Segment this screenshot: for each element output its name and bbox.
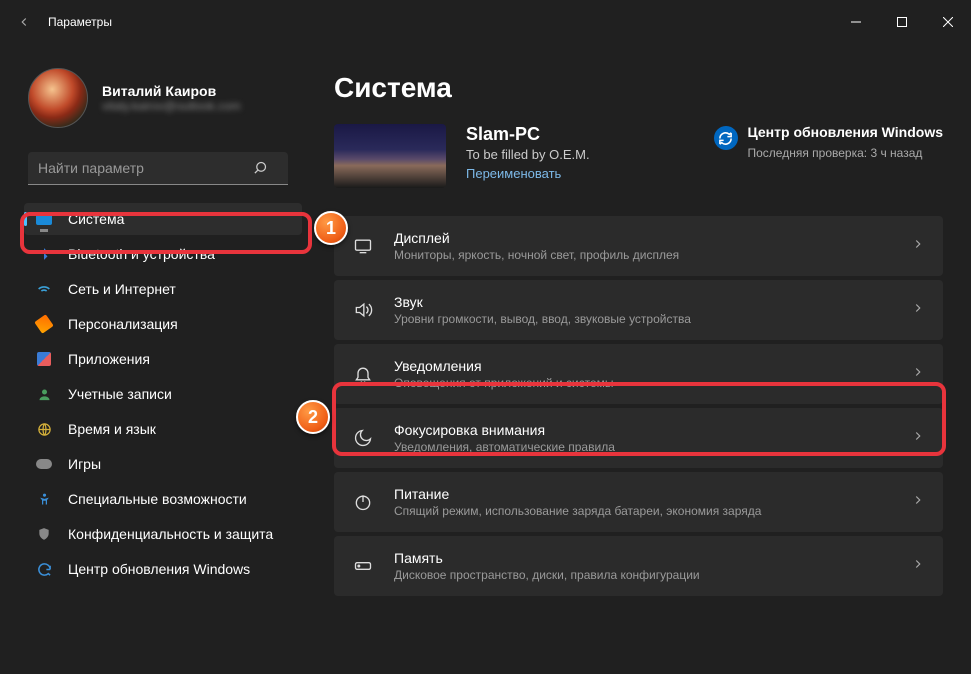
rename-link[interactable]: Переименовать (466, 166, 590, 181)
sidebar-item-gaming[interactable]: Игры (24, 448, 302, 480)
setting-row-focus[interactable]: Фокусировка внимания Уведомления, автома… (334, 408, 943, 468)
update-title: Центр обновления Windows (748, 124, 944, 142)
chevron-right-icon (911, 301, 925, 320)
apps-icon (36, 351, 52, 367)
search-icon (253, 160, 268, 180)
windows-update-summary[interactable]: Центр обновления Windows Последняя прове… (714, 124, 944, 160)
sidebar-item-label: Bluetooth и устройства (68, 246, 215, 262)
globe-icon (36, 421, 52, 437)
callout-badge-2: 2 (296, 400, 330, 434)
pc-oem: To be filled by O.E.M. (466, 147, 590, 162)
profile-email: vitaly.kairov@outlook.com (102, 99, 241, 113)
setting-title: Звук (394, 294, 891, 310)
setting-sub: Уведомления, автоматические правила (394, 440, 891, 454)
sidebar-item-bluetooth[interactable]: Bluetooth и устройства (24, 238, 302, 270)
setting-sub: Мониторы, яркость, ночной свет, профиль … (394, 248, 891, 262)
setting-title: Питание (394, 486, 891, 502)
update-sub: Последняя проверка: 3 ч назад (748, 146, 944, 160)
moon-icon (352, 427, 374, 449)
setting-sub: Оповещения от приложений и системы (394, 376, 891, 390)
brush-icon (36, 316, 52, 332)
sidebar-item-network[interactable]: Сеть и Интернет (24, 273, 302, 305)
bluetooth-icon (36, 246, 52, 262)
speaker-icon (352, 299, 374, 321)
avatar (28, 68, 88, 128)
desktop-thumbnail[interactable] (334, 124, 446, 188)
update-sync-icon (714, 126, 738, 150)
sidebar-item-label: Конфиденциальность и защита (68, 526, 273, 542)
sidebar-item-privacy[interactable]: Конфиденциальность и защита (24, 518, 302, 550)
gamepad-icon (36, 456, 52, 472)
pc-info-row: Slam-PC To be filled by O.E.M. Переимено… (334, 124, 943, 188)
sidebar-item-windows-update[interactable]: Центр обновления Windows (24, 553, 302, 585)
wifi-icon (36, 281, 52, 297)
storage-icon (352, 555, 374, 577)
sidebar-item-label: Сеть и Интернет (68, 281, 176, 297)
setting-sub: Уровни громкости, вывод, ввод, звуковые … (394, 312, 891, 326)
setting-row-display[interactable]: Дисплей Мониторы, яркость, ночной свет, … (334, 216, 943, 276)
sidebar-item-label: Игры (68, 456, 101, 472)
setting-title: Фокусировка внимания (394, 422, 891, 438)
sync-icon (36, 561, 52, 577)
setting-sub: Спящий режим, использование заряда батар… (394, 504, 891, 518)
setting-row-power[interactable]: Питание Спящий режим, использование заря… (334, 472, 943, 532)
content-pane: Система Slam-PC To be filled by O.E.M. П… (310, 44, 971, 674)
monitor-icon (352, 235, 374, 257)
sidebar-item-system[interactable]: Система (24, 203, 302, 235)
sidebar-item-label: Время и язык (68, 421, 156, 437)
sidebar-item-accounts[interactable]: Учетные записи (24, 378, 302, 410)
setting-row-notifications[interactable]: Уведомления Оповещения от приложений и с… (334, 344, 943, 404)
sidebar-item-apps[interactable]: Приложения (24, 343, 302, 375)
sidebar-item-label: Специальные возможности (68, 491, 247, 507)
sidebar-item-label: Учетные записи (68, 386, 172, 402)
accessibility-icon (36, 491, 52, 507)
bell-icon (352, 363, 374, 385)
search-wrap (28, 152, 298, 185)
sidebar-item-label: Центр обновления Windows (68, 561, 250, 577)
setting-title: Уведомления (394, 358, 891, 374)
setting-row-sound[interactable]: Звук Уровни громкости, вывод, ввод, звук… (334, 280, 943, 340)
person-icon (36, 386, 52, 402)
power-icon (352, 491, 374, 513)
setting-title: Память (394, 550, 891, 566)
shield-icon (36, 526, 52, 542)
chevron-right-icon (911, 429, 925, 448)
back-arrow-icon[interactable] (16, 14, 32, 30)
setting-sub: Дисковое пространство, диски, правила ко… (394, 568, 891, 582)
search-input[interactable] (28, 152, 288, 185)
profile-block[interactable]: Виталий Каиров vitaly.kairov@outlook.com (24, 44, 302, 146)
sidebar-item-accessibility[interactable]: Специальные возможности (24, 483, 302, 515)
chevron-right-icon (911, 237, 925, 256)
sidebar-item-label: Персонализация (68, 316, 178, 332)
page-title: Система (334, 72, 943, 104)
callout-badge-1: 1 (314, 211, 348, 245)
sidebar-item-label: Приложения (68, 351, 150, 367)
sidebar-nav: Система Bluetooth и устройства Сеть и Ин… (24, 203, 302, 585)
display-icon (36, 211, 52, 227)
sidebar-item-personalization[interactable]: Персонализация (24, 308, 302, 340)
minimize-button[interactable] (833, 6, 879, 38)
window-controls (833, 6, 971, 38)
close-button[interactable] (925, 6, 971, 38)
window-title: Параметры (48, 15, 112, 29)
profile-name: Виталий Каиров (102, 83, 241, 99)
settings-list: Дисплей Мониторы, яркость, ночной свет, … (334, 216, 943, 596)
chevron-right-icon (911, 493, 925, 512)
titlebar: Параметры (0, 0, 971, 44)
sidebar: Виталий Каиров vitaly.kairov@outlook.com… (0, 44, 310, 674)
chevron-right-icon (911, 365, 925, 384)
setting-title: Дисплей (394, 230, 891, 246)
chevron-right-icon (911, 557, 925, 576)
setting-row-storage[interactable]: Память Дисковое пространство, диски, пра… (334, 536, 943, 596)
pc-name: Slam-PC (466, 124, 590, 145)
sidebar-item-time[interactable]: Время и язык (24, 413, 302, 445)
maximize-button[interactable] (879, 6, 925, 38)
sidebar-item-label: Система (68, 211, 124, 227)
